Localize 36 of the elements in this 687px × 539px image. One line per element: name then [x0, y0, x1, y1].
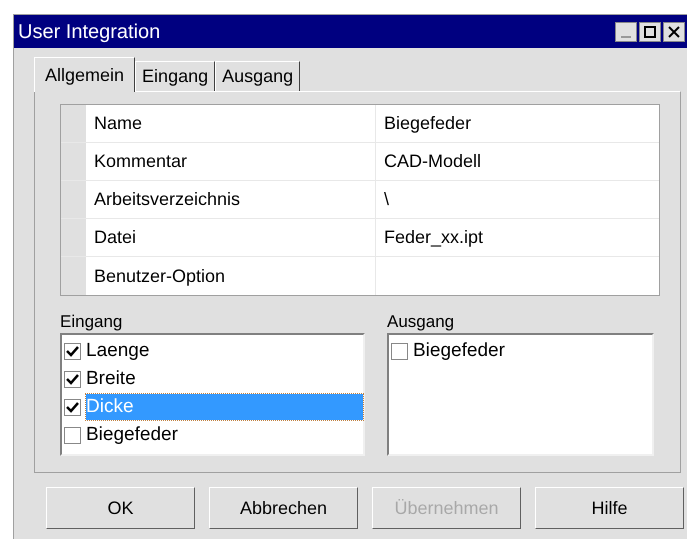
- list-item[interactable]: Laenge: [86, 338, 150, 364]
- dialog-button[interactable]: OK: [46, 487, 195, 529]
- property-value[interactable]: CAD-Modell: [376, 143, 659, 180]
- tab[interactable]: Allgemein: [34, 57, 136, 92]
- checkbox[interactable]: [64, 342, 81, 360]
- maximize-button[interactable]: [639, 22, 661, 42]
- property-name: Arbeitsverzeichnis: [86, 181, 376, 218]
- window-title: User Integration: [18, 20, 160, 44]
- tab[interactable]: Ausgang: [215, 61, 300, 91]
- dialog-button[interactable]: Abbrechen: [209, 487, 358, 529]
- minimize-icon: [621, 36, 631, 38]
- close-icon: [668, 26, 680, 38]
- checkmark-icon: [66, 346, 79, 356]
- checkbox[interactable]: [64, 398, 81, 416]
- dialog-button[interactable]: Hilfe: [535, 487, 684, 529]
- checkbox[interactable]: [64, 426, 81, 444]
- list-item[interactable]: Breite: [86, 366, 136, 392]
- checkmark-icon: [66, 402, 79, 412]
- checkbox[interactable]: [391, 342, 408, 360]
- property-value[interactable]: Feder_xx.ipt: [376, 219, 659, 256]
- checkmark-icon: [66, 374, 79, 384]
- checkbox[interactable]: [64, 370, 81, 388]
- section-label: Eingang: [60, 311, 124, 333]
- section-label: Ausgang: [387, 311, 456, 333]
- property-value[interactable]: \: [376, 181, 659, 218]
- minimize-button[interactable]: [615, 22, 637, 42]
- property-name: Datei: [86, 219, 376, 256]
- list-item[interactable]: Biegefeder: [413, 338, 505, 364]
- maximize-icon: [644, 26, 656, 38]
- list-item[interactable]: Biegefeder: [86, 422, 178, 448]
- property-name: Kommentar: [86, 143, 376, 180]
- tab[interactable]: Eingang: [135, 61, 216, 91]
- property-value[interactable]: Biegefeder: [376, 105, 659, 142]
- property-name: Name: [86, 105, 376, 142]
- close-button[interactable]: [663, 22, 685, 42]
- property-name: Benutzer-Option: [86, 257, 376, 295]
